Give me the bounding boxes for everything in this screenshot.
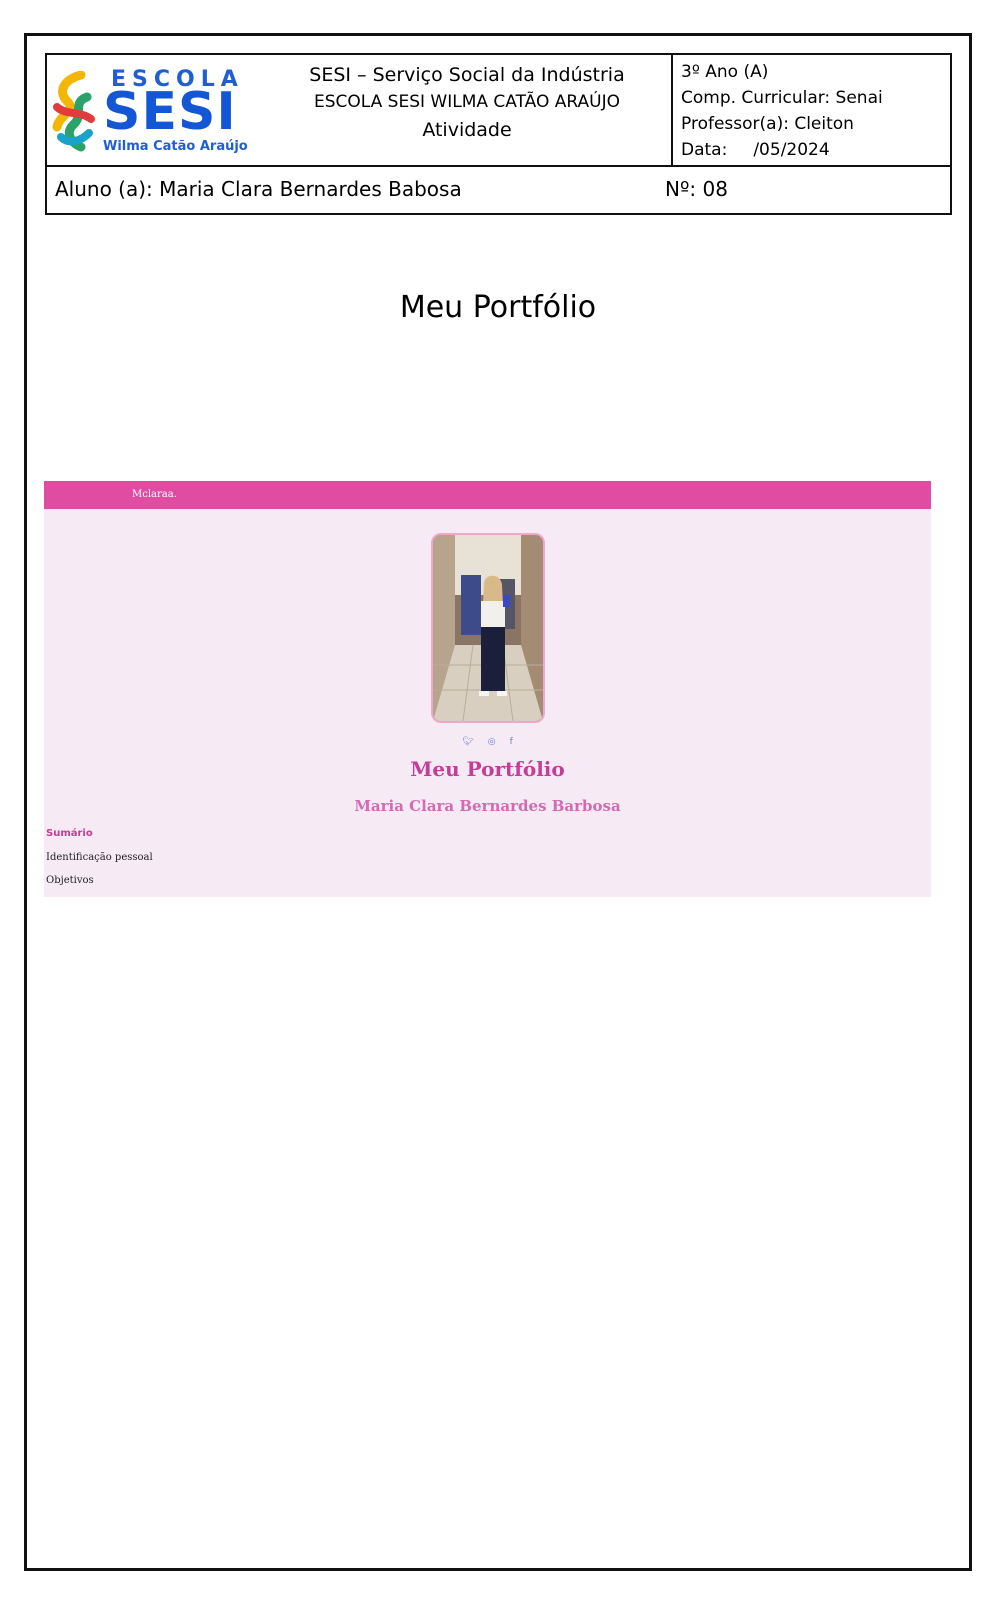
logo-subtitle: Wilma Catão Araújo — [103, 139, 248, 154]
instagram-icon[interactable]: ◎ — [488, 737, 496, 747]
student-number: Nº: 08 — [665, 177, 728, 201]
profile-photo-image — [433, 535, 543, 721]
class-info: 3º Ano (A) Comp. Curricular: Senai Profe… — [681, 59, 949, 163]
header-table: ESCOLA SESI Wilma Catão Araújo SESI – Se… — [45, 53, 952, 215]
portfolio-owner-name: Maria Clara Bernardes Barbosa — [354, 797, 621, 815]
school-logo: ESCOLA SESI Wilma Catão Araújo — [51, 65, 251, 157]
school-line-2: ESCOLA SESI WILMA CATÃO ARAÚJO — [314, 92, 620, 112]
summary-item-objetivos[interactable]: Objetivos — [46, 875, 94, 886]
profile-photo — [431, 533, 545, 723]
class-teacher: Professor(a): Cleiton — [681, 114, 854, 134]
class-date: Data: /05/2024 — [681, 137, 949, 163]
student-row: Aluno (a): Maria Clara Bernardes Babosa … — [47, 167, 950, 213]
portfolio-brand[interactable]: Mclaraa. — [132, 489, 177, 500]
date-value: /05/2024 — [753, 140, 830, 160]
summary-item-identificacao[interactable]: Identificação pessoal — [46, 852, 153, 863]
school-line-3: Atividade — [422, 119, 512, 141]
school-info: SESI – Serviço Social da Indústria ESCOL… — [277, 61, 657, 144]
student-name: Aluno (a): Maria Clara Bernardes Babosa — [55, 177, 462, 201]
portfolio-navbar: Mclaraa. — [44, 481, 931, 509]
header-top-row: ESCOLA SESI Wilma Catão Araújo SESI – Se… — [47, 55, 950, 167]
document-title: Meu Portfólio — [399, 290, 597, 325]
header-divider — [671, 55, 673, 165]
summary-title: Sumário — [46, 828, 93, 839]
portfolio-heading: Meu Portfólio — [410, 757, 565, 781]
twitter-icon[interactable]: 🐦︎ — [462, 737, 473, 747]
social-links: 🐦︎ ◎ f — [44, 729, 931, 748]
portfolio-screenshot: Mclaraa. 🐦︎ ◎ f Meu Portfólio Maria Clar… — [44, 481, 931, 897]
school-line-1: SESI – Serviço Social da Indústria — [309, 64, 625, 86]
logo-sesi-text: SESI — [103, 82, 237, 142]
date-label: Data: — [681, 140, 728, 160]
facebook-icon[interactable]: f — [510, 737, 513, 747]
logo-mark-icon — [52, 71, 95, 152]
class-year: 3º Ano (A) — [681, 62, 769, 82]
class-component: Comp. Curricular: Senai — [681, 88, 883, 108]
